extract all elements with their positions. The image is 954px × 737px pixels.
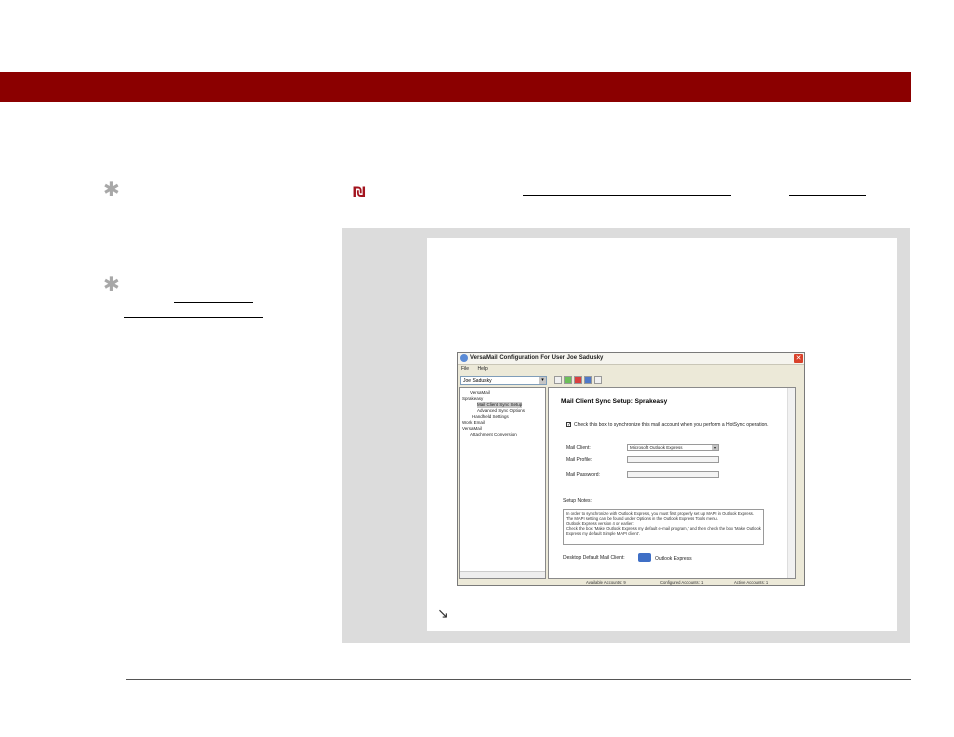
setup-notes-line: In order to synchronize with Outlook Exp… xyxy=(566,511,755,521)
user-icon[interactable] xyxy=(584,376,592,384)
sync-setup-pane: Mail Client Sync Setup: Sprakeasy ✓ Chec… xyxy=(548,387,796,579)
save-icon[interactable] xyxy=(554,376,562,384)
asterisk-icon: ✱ xyxy=(103,272,120,296)
sync-checkbox-label: Check this box to synchronize this mail … xyxy=(574,422,769,428)
menu-file[interactable]: File xyxy=(461,366,469,372)
mail-client-label: Mail Client: xyxy=(566,445,591,451)
toolbar: Joe Sadusky ▾ xyxy=(458,374,804,387)
status-configured: Configured Accounts: 1 xyxy=(660,580,704,585)
mail-password-field xyxy=(627,471,719,478)
menu-bar: File Help xyxy=(458,365,804,374)
chevron-down-icon[interactable]: ▾ xyxy=(712,445,718,450)
sync-checkbox[interactable]: ✓ xyxy=(566,422,571,428)
close-icon[interactable]: ✕ xyxy=(794,354,803,363)
default-client-value: Outlook Express xyxy=(655,556,692,562)
tree-scrollbar[interactable] xyxy=(460,571,545,578)
status-active: Active Accounts: 1 xyxy=(734,580,769,585)
delete-account-icon[interactable] xyxy=(574,376,582,384)
note-link-underline[interactable] xyxy=(789,195,866,196)
footer-divider xyxy=(126,679,911,680)
mail-client-value: Microsoft Outlook Express xyxy=(630,445,683,450)
status-bar: Available Accounts: 9 Configured Account… xyxy=(548,580,796,586)
app-icon xyxy=(460,354,468,362)
mail-profile-field xyxy=(627,456,719,463)
help-icon[interactable] xyxy=(594,376,602,384)
user-select-value: Joe Sadusky xyxy=(463,378,492,384)
settings-tree: VersaMail Sprakeasy Mail Client Sync Set… xyxy=(459,387,546,579)
pane-title: Mail Client Sync Setup: Sprakeasy xyxy=(561,398,668,405)
versamail-config-window: VersaMail Configuration For User Joe Sad… xyxy=(457,352,805,586)
user-select[interactable]: Joe Sadusky ▾ xyxy=(460,376,547,385)
note-link-underline[interactable] xyxy=(523,195,731,196)
pane-scrollbar[interactable] xyxy=(787,388,795,578)
tree-item[interactable]: Attachment Conversion xyxy=(470,432,517,438)
chevron-down-icon[interactable]: ▾ xyxy=(539,377,546,384)
mail-profile-label: Mail Profile: xyxy=(566,457,593,463)
window-titlebar: VersaMail Configuration For User Joe Sad… xyxy=(458,353,804,365)
header-banner xyxy=(0,72,911,102)
arrow-down-right-icon: ↘ xyxy=(437,606,449,622)
default-client-label: Desktop Default Mail Client: xyxy=(563,555,625,561)
setup-notes-box[interactable]: In order to synchronize with Outlook Exp… xyxy=(563,509,764,545)
envelope-icon xyxy=(638,553,651,562)
add-account-icon[interactable] xyxy=(564,376,572,384)
status-available: Available Accounts: 9 xyxy=(586,580,626,585)
mail-password-label: Mail Password: xyxy=(566,472,600,478)
setup-notes-label: Setup Notes: xyxy=(563,498,592,504)
sidebar-link-underline[interactable] xyxy=(124,317,263,318)
asterisk-icon: ✱ xyxy=(103,177,120,201)
sidebar-link-underline[interactable] xyxy=(174,302,253,303)
menu-help[interactable]: Help xyxy=(477,366,487,372)
window-title: VersaMail Configuration For User Joe Sad… xyxy=(470,355,604,361)
mail-client-select[interactable]: Microsoft Outlook Express ▾ xyxy=(627,444,719,451)
note-icon: ₪ xyxy=(353,185,366,201)
setup-notes-line: Check the box 'Make Outlook Express my d… xyxy=(566,526,761,536)
